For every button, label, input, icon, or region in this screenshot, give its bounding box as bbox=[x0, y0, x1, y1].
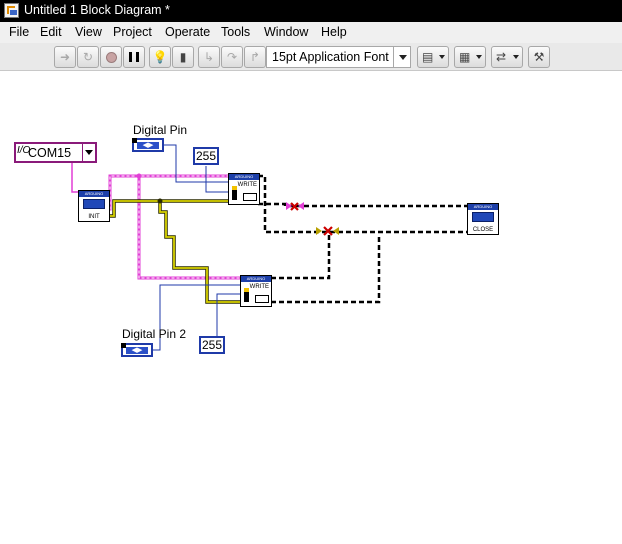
pulse-wave-icon bbox=[243, 193, 257, 201]
menu-help[interactable]: Help bbox=[321, 25, 347, 39]
title-bar[interactable]: Untitled 1 Block Diagram * bbox=[0, 0, 622, 22]
visa-resource-constant[interactable]: I/O COM15 bbox=[14, 142, 97, 163]
labview-app-icon bbox=[4, 3, 19, 18]
arduino-write-subvi-2[interactable]: ARDUINO WRITE bbox=[240, 275, 272, 307]
menu-view[interactable]: View bbox=[75, 25, 102, 39]
menu-bar: File Edit View Project Operate Tools Win… bbox=[0, 22, 622, 43]
numeric-constant-2[interactable]: 255 bbox=[199, 336, 225, 354]
labview-window: Untitled 1 Block Diagram * File Edit Vie… bbox=[0, 0, 622, 544]
digital-pin-label: Digital Pin bbox=[133, 123, 188, 137]
close-caption: CLOSE bbox=[472, 227, 494, 233]
step-into-icon[interactable]: ↳ bbox=[198, 46, 220, 68]
menu-edit[interactable]: Edit bbox=[40, 25, 62, 39]
chevron-down-icon[interactable] bbox=[393, 47, 410, 67]
write-caption: WRITE bbox=[249, 284, 269, 290]
led-icon bbox=[232, 186, 237, 200]
pause-icon[interactable] bbox=[123, 46, 145, 68]
arduino-board-icon bbox=[83, 199, 105, 209]
pulse-wave-icon bbox=[255, 295, 269, 303]
arduino-board-icon bbox=[472, 212, 494, 222]
arduino-close-subvi[interactable]: ARDUINO CLOSE bbox=[467, 203, 499, 235]
block-diagram-canvas[interactable]: Digital Pin ◀▶ I/O COM15 255 ARDUINO INI… bbox=[0, 72, 622, 544]
write-caption: WRITE bbox=[237, 182, 257, 188]
abort-icon[interactable] bbox=[100, 46, 122, 68]
font-select[interactable]: 15pt Application Font bbox=[266, 46, 411, 68]
init-caption: INIT bbox=[88, 214, 100, 220]
numeric-constant-1[interactable]: 255 bbox=[193, 147, 219, 165]
subvi-header: ARDUINO bbox=[468, 204, 498, 210]
window-title: Untitled 1 Block Diagram * bbox=[24, 3, 170, 17]
arduino-init-subvi[interactable]: ARDUINO INIT bbox=[78, 190, 110, 222]
digital-pin-control[interactable]: ◀▶ bbox=[132, 138, 164, 152]
align-objects-icon[interactable]: ▤ bbox=[417, 46, 449, 68]
arduino-write-subvi-1[interactable]: ARDUINO WRITE bbox=[228, 173, 260, 205]
font-select-value: 15pt Application Font bbox=[272, 50, 389, 64]
menu-project[interactable]: Project bbox=[113, 25, 152, 39]
distribute-objects-icon[interactable]: ▦ bbox=[454, 46, 486, 68]
toolbar: ➜ ↻ 💡 ▮ ↳ ↷ ↱ 15pt Application Font ▤ ▦ … bbox=[0, 43, 622, 71]
menu-tools[interactable]: Tools bbox=[221, 25, 250, 39]
reorder-icon[interactable]: ⇄ bbox=[491, 46, 523, 68]
menu-file[interactable]: File bbox=[9, 25, 29, 39]
menu-window[interactable]: Window bbox=[264, 25, 308, 39]
led-icon bbox=[244, 288, 249, 302]
digital-pin-2-label: Digital Pin 2 bbox=[122, 327, 187, 341]
run-arrow-icon[interactable]: ➜ bbox=[54, 46, 76, 68]
step-out-icon[interactable]: ↱ bbox=[244, 46, 266, 68]
digital-pin-2-control[interactable]: ◀▶ bbox=[121, 343, 153, 357]
retain-wire-values-icon[interactable]: ▮ bbox=[172, 46, 194, 68]
broken-wire[interactable] bbox=[258, 174, 467, 304]
step-over-icon[interactable]: ↷ bbox=[221, 46, 243, 68]
run-continuously-icon[interactable]: ↻ bbox=[77, 46, 99, 68]
subvi-header: ARDUINO bbox=[229, 174, 259, 180]
highlight-execution-icon[interactable]: 💡 bbox=[149, 46, 171, 68]
subvi-header: ARDUINO bbox=[241, 276, 271, 282]
subvi-header: ARDUINO bbox=[79, 191, 109, 197]
visa-resource-value: COM15 bbox=[28, 146, 72, 160]
menu-operate[interactable]: Operate bbox=[165, 25, 210, 39]
chevron-down-icon[interactable] bbox=[82, 144, 95, 161]
clean-up-diagram-icon[interactable]: ⚒ bbox=[528, 46, 550, 68]
error-wire[interactable] bbox=[110, 198, 242, 304]
